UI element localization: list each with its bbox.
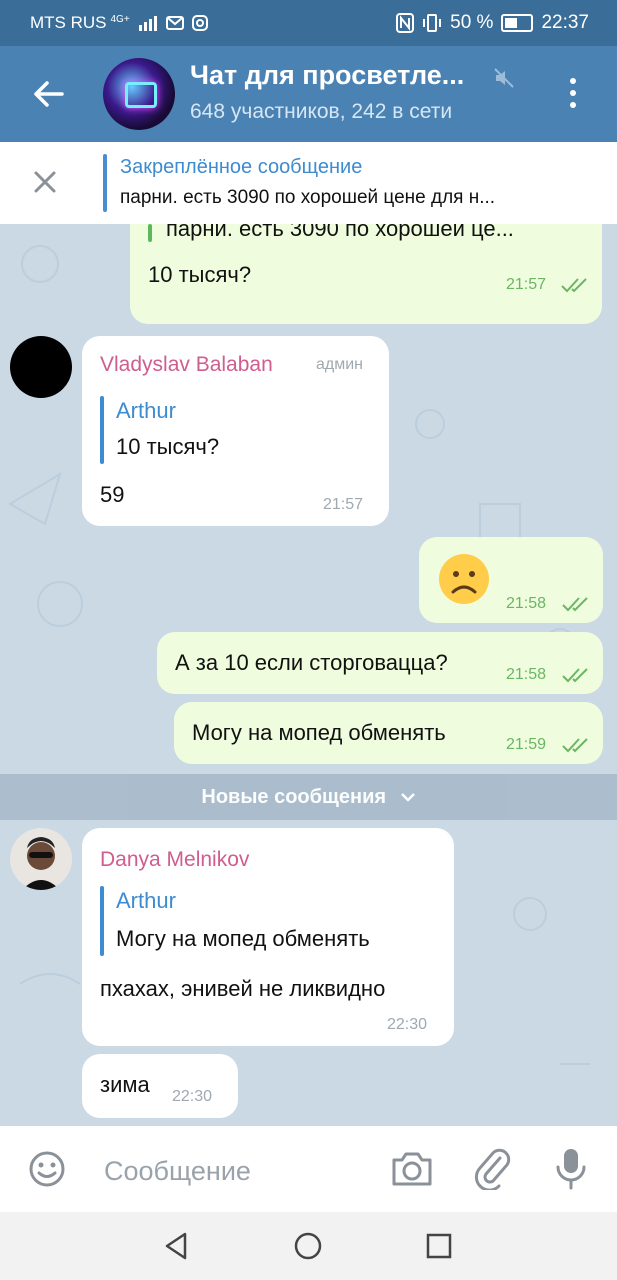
pinned-title: Закреплённое сообщение xyxy=(120,156,363,178)
message-bubble[interactable]: зима 22:30 xyxy=(82,1054,238,1118)
message-time: 21:57 xyxy=(323,496,364,513)
message-text: А за 10 если сторговацца? xyxy=(175,650,448,675)
sender-name[interactable]: Danya Melnikov xyxy=(100,848,249,872)
sad-face-emoji xyxy=(439,554,489,604)
message-time: 21:58 xyxy=(506,666,547,683)
instagram-icon xyxy=(191,15,208,31)
message-text: 10 тысяч? xyxy=(148,262,252,287)
signal-icon xyxy=(138,16,157,31)
reply-quote-bar xyxy=(100,396,104,464)
new-messages-divider: Новые сообщения xyxy=(0,774,617,820)
chat-title[interactable]: Чат для просветле... xyxy=(190,60,464,91)
camera-icon[interactable] xyxy=(390,1148,434,1188)
double-check-icon xyxy=(562,597,588,612)
battery-percent: 50 % xyxy=(450,12,494,33)
double-check-icon xyxy=(562,738,588,753)
message-time: 21:57 xyxy=(506,276,547,293)
message-input[interactable] xyxy=(102,1150,366,1192)
message-time: 21:59 xyxy=(506,736,547,753)
nav-back-icon[interactable] xyxy=(161,1230,193,1262)
status-bar: MTS RUS 4G+ 50 % 22:37 xyxy=(0,0,617,46)
nav-home-icon[interactable] xyxy=(292,1230,324,1262)
reply-quote-text: 10 тысяч? xyxy=(116,434,220,459)
reply-quote-bar xyxy=(100,886,104,956)
back-arrow-icon[interactable] xyxy=(28,74,68,114)
system-nav-bar xyxy=(0,1212,617,1280)
carrier-label: MTS RUS xyxy=(30,13,107,32)
message-time: 21:58 xyxy=(506,595,547,612)
sender-avatar[interactable] xyxy=(10,336,72,398)
message-time: 22:30 xyxy=(172,1088,213,1105)
reply-quote-text: парни. есть 3090 по хорошей це... xyxy=(166,224,514,241)
nav-recents-icon[interactable] xyxy=(423,1230,455,1262)
pinned-text: парни. есть 3090 по хорошей цене для н..… xyxy=(120,187,496,208)
network-label: 4G+ xyxy=(110,13,130,25)
battery-icon xyxy=(501,14,534,32)
pinned-message-bar[interactable]: Закреплённое сообщение парни. есть 3090 … xyxy=(0,142,617,225)
reply-quote-author: Arthur xyxy=(116,888,176,913)
mute-icon xyxy=(494,68,514,88)
message-text: 59 xyxy=(100,482,125,507)
message-bubble[interactable]: А за 10 если сторговацца? 21:58 xyxy=(157,632,603,694)
microphone-icon[interactable] xyxy=(555,1146,587,1192)
new-messages-label: Новые сообщения xyxy=(201,786,387,808)
admin-badge: админ xyxy=(316,356,364,373)
message-composer xyxy=(0,1126,617,1212)
reply-quote-bar xyxy=(148,224,152,242)
mail-icon xyxy=(165,16,184,30)
chat-header: Чат для просветле... 648 участников, 242… xyxy=(0,46,617,142)
clock: 22:37 xyxy=(541,12,589,33)
close-icon[interactable] xyxy=(30,167,60,197)
emoji-icon[interactable] xyxy=(28,1150,66,1188)
attach-icon[interactable] xyxy=(472,1146,512,1190)
reply-quote-text: Могу на мопед обменять xyxy=(116,926,370,951)
reply-quote-author: Arthur xyxy=(116,398,176,423)
chat-members-count: 648 участников, 242 в сети xyxy=(190,100,453,123)
message-text: пхахах, энивей не ликвидно xyxy=(100,976,386,1001)
message-bubble[interactable]: Danya Melnikov Arthur Могу на мопед обме… xyxy=(82,828,454,1046)
more-menu-icon[interactable] xyxy=(565,78,581,112)
message-bubble[interactable]: Могу на мопед обменять 21:59 xyxy=(174,702,603,764)
sender-name[interactable]: Vladyslav Balaban xyxy=(100,353,273,377)
pinned-accent-bar xyxy=(103,154,107,212)
message-bubble[interactable]: 21:58 xyxy=(419,537,603,623)
message-bubble[interactable]: парни. есть 3090 по хорошей це... 10 тыс… xyxy=(130,224,602,324)
message-time: 22:30 xyxy=(387,1016,428,1033)
double-check-icon xyxy=(561,278,587,293)
chevron-down-icon xyxy=(400,793,415,802)
chat-avatar[interactable] xyxy=(103,58,175,130)
message-bubble[interactable]: Vladyslav Balaban админ Arthur 10 тысяч?… xyxy=(82,336,389,526)
message-text: Могу на мопед обменять xyxy=(192,720,446,745)
vibrate-icon xyxy=(423,14,442,32)
message-list[interactable]: парни. есть 3090 по хорошей це... 10 тыс… xyxy=(0,224,617,1126)
nfc-icon xyxy=(396,13,415,33)
double-check-icon xyxy=(562,668,588,683)
sender-avatar[interactable] xyxy=(10,828,72,890)
message-text: зима xyxy=(100,1072,150,1097)
